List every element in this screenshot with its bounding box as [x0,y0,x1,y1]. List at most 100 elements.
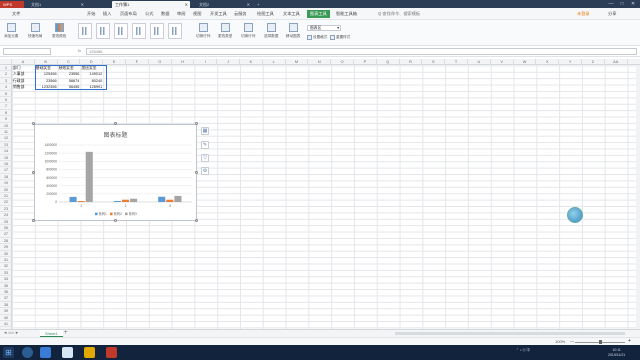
reset-style-button[interactable]: 重置样式 [330,35,350,40]
column-header[interactable]: Y [559,59,582,65]
column-header[interactable]: Z [582,59,605,65]
browser-icon[interactable] [40,347,51,358]
chart-style-4[interactable] [132,23,146,39]
resize-handle-l[interactable] [32,171,35,174]
zoom-slider-handle[interactable] [599,340,602,344]
column-header[interactable]: R [400,59,423,65]
change-color-button[interactable]: 更改颜色 [52,23,66,39]
column-header[interactable]: H [172,59,195,65]
menu-insert[interactable]: 插入 [103,11,111,17]
column-header[interactable]: K [240,59,263,65]
row-header[interactable]: 41 [0,321,12,328]
column-header[interactable]: S [422,59,446,65]
column-header[interactable]: X [536,59,560,65]
menu-text-tools[interactable]: 文本工具 [283,11,300,17]
wps-app-tab[interactable]: WPS [0,1,24,8]
sheet-tab-sheet1[interactable]: Sheet1 [40,330,63,337]
column-header[interactable]: U [468,59,491,65]
chart-area-select[interactable]: 图表区 ▾ [307,25,341,31]
menu-data[interactable]: 数据 [161,11,169,17]
column-header[interactable]: W [514,59,537,65]
column-header[interactable]: V [491,59,514,65]
chart-style-1[interactable] [78,23,92,39]
column-header[interactable]: J [217,59,240,65]
folder-icon[interactable] [84,347,95,358]
chart-elements-icon[interactable]: ▦ [201,127,209,135]
menu-formula[interactable]: 公式 [145,11,153,17]
app-icon[interactable] [62,347,73,358]
floating-assistant-icon[interactable] [567,207,583,223]
quick-layout-button[interactable]: 快速布局 [28,23,42,39]
chart-title[interactable]: 图表标题 [35,130,196,139]
add-element-button[interactable]: 添加元素 [4,23,18,39]
column-header[interactable]: N [308,59,332,65]
add-sheet-button[interactable]: + [64,330,68,337]
menu-view[interactable]: 视图 [193,11,201,17]
maximize-button[interactable]: □ [618,1,626,7]
menu-drawing-tools[interactable]: 绘图工具 [257,11,274,17]
resize-handle-b[interactable] [114,219,117,222]
chart-filter-icon[interactable]: ▽ [201,154,209,162]
column-header[interactable]: G [149,59,172,65]
resize-handle-br[interactable] [195,219,198,222]
menu-smart-toolbox[interactable]: 智能工具箱 [336,11,357,17]
chart-style-6[interactable] [168,23,182,39]
tab-document-2[interactable]: 文档2 ✕ [196,1,252,8]
select-data-button[interactable]: 选择数据 [264,23,278,39]
move-chart-button[interactable]: 移动图表 [286,23,300,39]
column-header[interactable]: P [354,59,377,65]
column-header[interactable]: O [331,59,354,65]
menu-review[interactable]: 审阅 [177,11,185,17]
resize-handle-tl[interactable] [32,122,35,125]
sheet-nav-icons[interactable]: ◂ ◃ ▹ ▸ [4,330,18,337]
change-type-button[interactable]: 更改类型 [218,23,232,39]
switch-row-col-2-button[interactable]: 切换行列 [241,23,255,39]
zoom-out-button[interactable]: — [570,338,574,343]
close-tab-icon[interactable]: ✕ [185,2,188,7]
formula-input[interactable]: 125456 [86,48,637,55]
chart-style-2[interactable] [96,23,110,39]
close-window-button[interactable]: ✕ [629,1,637,7]
search-commands[interactable]: Q 查找命令、搜索模板 [378,11,420,17]
column-header[interactable]: I [194,59,218,65]
menu-developer[interactable]: 开发工具 [210,11,227,17]
tray-icons[interactable]: ⌃ ♪ ⎙ 中 [516,348,530,353]
menu-chart-tools[interactable]: 图表工具 [307,10,330,18]
tab-workbook-1[interactable]: 工作簿1 ✕ [112,1,190,8]
menu-file[interactable]: 文件 [12,11,20,17]
chart-style-icon[interactable]: ✎ [201,141,209,149]
menu-page-layout[interactable]: 页面布局 [120,11,137,17]
column-header[interactable]: AA [605,59,628,65]
share-button[interactable]: 分享 [608,11,616,17]
menu-cloud[interactable]: 云服务 [234,11,247,17]
menu-home[interactable]: 开始 [87,11,95,17]
new-tab-button[interactable]: + [254,1,262,8]
chart-style-5[interactable] [150,23,164,39]
zoom-in-button[interactable]: + [628,338,631,344]
data-cell[interactable]: 销售部 [13,84,35,90]
resize-handle-t[interactable] [114,122,117,125]
vertical-scrollbar[interactable] [636,65,640,329]
search-icon[interactable] [22,347,33,358]
column-header[interactable]: F [126,59,149,65]
chart-settings-icon[interactable]: ⚙ [201,167,209,175]
close-tab-icon[interactable]: ✕ [81,2,84,7]
column-header[interactable]: Q [377,59,400,65]
column-header[interactable]: E [103,59,126,65]
switch-row-col-button[interactable]: 切换行列 [196,23,210,39]
name-box[interactable] [3,48,51,55]
data-cell[interactable]: 1232456 [36,84,58,90]
resize-handle-r[interactable] [195,171,198,174]
login-link[interactable]: 未登录 [577,11,590,17]
fx-icon[interactable]: fx [78,48,81,53]
horizontal-scrollbar[interactable] [395,332,625,335]
start-button-icon[interactable]: ⊞ [3,347,14,358]
format-selection-button[interactable]: 设置格式 [307,35,327,40]
chart-style-3[interactable] [114,23,128,39]
resize-handle-bl[interactable] [32,219,35,222]
column-header[interactable]: T [445,59,468,65]
column-header[interactable]: M [286,59,309,65]
bar-chart[interactable]: 0 200000 400000 600000 800000 1000000 1200000 1… [34,124,197,221]
tab-document-1[interactable]: 文档1 ✕ [28,1,86,8]
column-header[interactable]: L [263,59,286,65]
